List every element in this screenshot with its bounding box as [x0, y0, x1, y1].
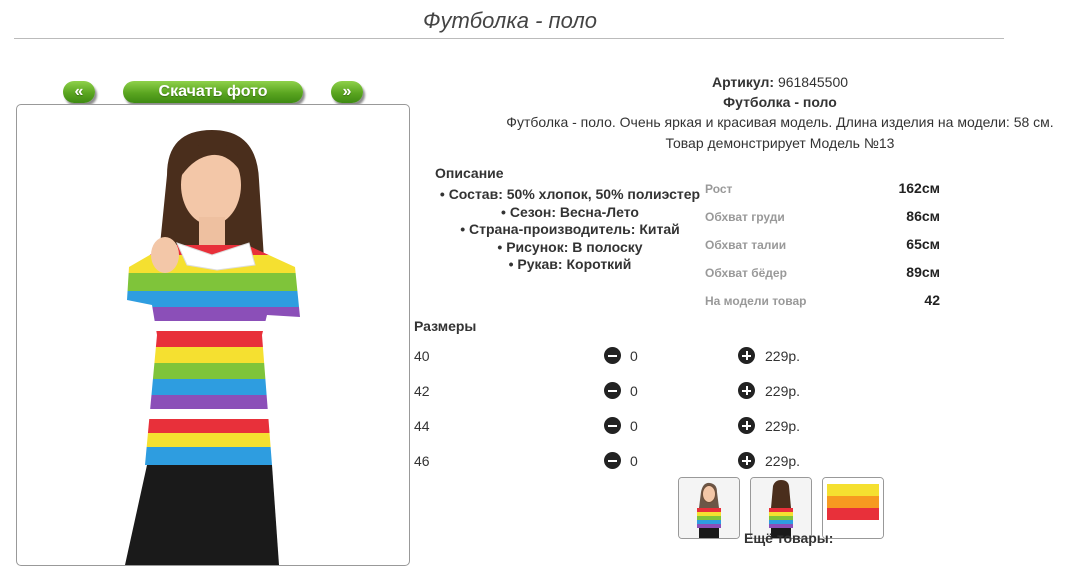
article-line: Артикул: 961845500: [490, 74, 1070, 90]
minus-icon[interactable]: [604, 452, 621, 469]
description-item: • Рисунок: В полоску: [497, 238, 643, 255]
plus-icon[interactable]: [738, 382, 755, 399]
quantity-value: 0: [630, 418, 638, 434]
size-value: 46: [414, 453, 430, 469]
description-item: • Рукав: Короткий: [508, 256, 632, 272]
plus-icon[interactable]: [738, 417, 755, 434]
size-value: 44: [414, 418, 430, 434]
thumbnail-image: [751, 478, 811, 538]
title-divider: [14, 38, 1004, 39]
prev-photo-button[interactable]: «: [63, 81, 95, 103]
article-value: 961845500: [777, 74, 849, 90]
quantity-value: 0: [630, 453, 638, 469]
minus-icon[interactable]: [604, 417, 621, 434]
sizes-heading: Размеры: [414, 318, 477, 334]
quantity-value: 0: [630, 383, 638, 399]
price-value: 229р.: [765, 453, 801, 469]
thumbnail-image: [679, 478, 739, 538]
plus-icon[interactable]: [738, 347, 755, 364]
product-name: Футболка - поло: [723, 94, 837, 110]
page-title: Футболка - поло: [422, 8, 598, 33]
size-value: 42: [414, 383, 430, 399]
quantity-value: 0: [630, 348, 638, 364]
thumbnail-front[interactable]: [678, 477, 740, 539]
measurement-value: 42: [924, 292, 940, 308]
price-value: 229р.: [765, 418, 801, 434]
measurement-value: 162см: [898, 180, 940, 196]
measurement-label: Обхват бёдер: [705, 266, 787, 280]
description-heading: Описание: [435, 165, 504, 181]
measurement-label: Обхват груди: [705, 210, 785, 224]
description-item: • Состав: 50% хлопок, 50% полиэстер: [439, 186, 701, 202]
measurement-row: Обхват бёдер 89см: [705, 262, 945, 282]
description-item: • Сезон: Весна-Лето: [501, 203, 639, 220]
measurement-value: 65см: [906, 236, 940, 252]
thumbnail-image: [823, 478, 883, 538]
next-photo-button[interactable]: »: [331, 81, 363, 103]
price-value: 229р.: [765, 348, 801, 364]
description-list: • Состав: 50% хлопок, 50% полиэстер • Се…: [435, 186, 705, 274]
download-photo-button[interactable]: Скачать фото: [123, 81, 303, 103]
minus-icon[interactable]: [604, 347, 621, 364]
product-summary: Футболка - поло. Очень яркая и красивая …: [506, 114, 1054, 130]
plus-icon[interactable]: [738, 452, 755, 469]
description-item: • Страна-производитель: Китай: [460, 221, 680, 237]
model-photo-image: [125, 130, 300, 565]
model-note: Товар демонстрирует Модель №13: [665, 135, 895, 151]
minus-icon[interactable]: [604, 382, 621, 399]
measurement-label: Рост: [705, 182, 733, 196]
product-photo[interactable]: [16, 104, 410, 566]
measurement-row: Обхват груди 86см: [705, 206, 945, 226]
measurement-value: 89см: [906, 264, 940, 280]
measurement-row: Обхват талии 65см: [705, 234, 945, 254]
measurement-row: На модели товар 42: [705, 290, 945, 310]
measurement-label: На модели товар: [705, 294, 807, 308]
price-value: 229р.: [765, 383, 801, 399]
size-value: 40: [414, 348, 430, 364]
measurement-value: 86см: [906, 208, 940, 224]
measurement-label: Обхват талии: [705, 238, 787, 252]
measurement-row: Рост 162см: [705, 178, 945, 198]
article-label: Артикул:: [711, 74, 775, 90]
